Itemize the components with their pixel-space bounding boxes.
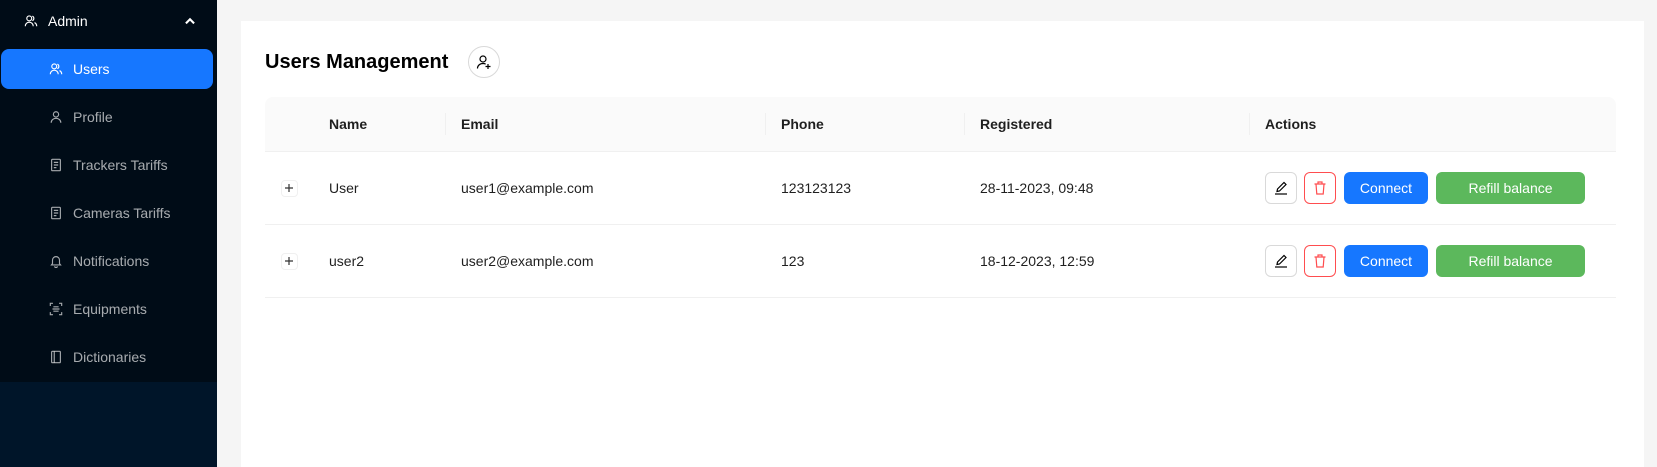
- column-header-name: Name: [329, 116, 368, 132]
- file-text-icon: [49, 158, 63, 172]
- cell-registered: 18-12-2023, 12:59: [980, 253, 1095, 269]
- cell-phone: 123123123: [781, 180, 852, 196]
- user-add-icon: [477, 55, 491, 69]
- delete-button[interactable]: [1304, 172, 1336, 204]
- edit-icon: [1275, 181, 1287, 195]
- cell-name: user2: [329, 253, 365, 269]
- expand-row-button[interactable]: [280, 179, 298, 197]
- cell-name: User: [329, 180, 359, 196]
- users-icon: [24, 14, 38, 28]
- add-user-button[interactable]: [468, 46, 501, 78]
- sidebar-item-cameras-tariffs[interactable]: Cameras Tariffs: [1, 193, 213, 233]
- table-row: user2 user2@example.com 123 18-12-2023, …: [265, 225, 1616, 298]
- refill-balance-button[interactable]: Refill balance: [1436, 172, 1585, 204]
- chevron-up-icon: [183, 14, 195, 26]
- cell-actions: Connect Refill balance: [1249, 245, 1616, 277]
- menu-group-admin[interactable]: Admin: [0, 0, 217, 42]
- edit-button[interactable]: [1265, 172, 1297, 204]
- bell-icon: [49, 254, 63, 268]
- sidebar: Admin Users Profile Trackers Tariffs Cam…: [0, 0, 217, 467]
- sidebar-item-dictionaries[interactable]: Dictionaries: [1, 337, 213, 377]
- menu-group-label: Admin: [48, 13, 88, 29]
- book-icon: [49, 350, 63, 364]
- sidebar-item-notifications[interactable]: Notifications: [1, 241, 213, 281]
- table-header: Name Email Phone Registered Actions: [265, 97, 1616, 152]
- admin-submenu: Admin Users Profile Trackers Tariffs Cam…: [0, 0, 217, 382]
- refill-balance-button[interactable]: Refill balance: [1436, 245, 1585, 277]
- scan-icon: [49, 302, 63, 316]
- page-title: Users Management: [265, 50, 449, 73]
- sidebar-item-label: Equipments: [73, 301, 147, 317]
- expand-row-button[interactable]: [280, 252, 298, 270]
- edit-button[interactable]: [1265, 245, 1297, 277]
- cell-email: user2@example.com: [461, 253, 594, 269]
- connect-button[interactable]: Connect: [1344, 245, 1428, 277]
- column-header-email: Email: [445, 116, 765, 132]
- sidebar-item-label: Profile: [73, 109, 113, 125]
- cell-email: user1@example.com: [461, 180, 594, 196]
- delete-icon: [1314, 181, 1326, 195]
- users-table: Name Email Phone Registered Actions User…: [265, 97, 1616, 298]
- sidebar-item-label: Trackers Tariffs: [73, 157, 168, 173]
- edit-icon: [1275, 254, 1287, 268]
- sidebar-item-trackers-tariffs[interactable]: Trackers Tariffs: [1, 145, 213, 185]
- connect-button[interactable]: Connect: [1344, 172, 1428, 204]
- sidebar-item-users[interactable]: Users: [1, 49, 213, 89]
- sidebar-item-equipments[interactable]: Equipments: [1, 289, 213, 329]
- users-icon: [49, 62, 63, 76]
- sidebar-item-label: Users: [73, 61, 110, 77]
- column-header-registered: Registered: [964, 116, 1249, 132]
- cell-phone: 123: [781, 253, 805, 269]
- column-header-phone: Phone: [765, 116, 964, 132]
- plus-icon: [285, 257, 293, 265]
- sidebar-item-label: Cameras Tariffs: [73, 205, 171, 221]
- cell-registered: 28-11-2023, 09:48: [980, 180, 1094, 196]
- user-icon: [49, 110, 63, 124]
- sidebar-item-label: Dictionaries: [73, 349, 147, 365]
- file-text-icon: [49, 206, 63, 220]
- cell-actions: Connect Refill balance: [1249, 172, 1616, 204]
- page-header: Users Management: [265, 45, 501, 79]
- plus-icon: [285, 184, 293, 192]
- sidebar-item-label: Notifications: [73, 253, 150, 269]
- column-header-actions: Actions: [1249, 116, 1616, 132]
- delete-button[interactable]: [1304, 245, 1336, 277]
- delete-icon: [1314, 254, 1326, 268]
- table-row: User user1@example.com 123123123 28-11-2…: [265, 152, 1616, 225]
- main-content: Users Management Name Email Phone Regist…: [241, 21, 1644, 467]
- sidebar-item-profile[interactable]: Profile: [1, 97, 213, 137]
